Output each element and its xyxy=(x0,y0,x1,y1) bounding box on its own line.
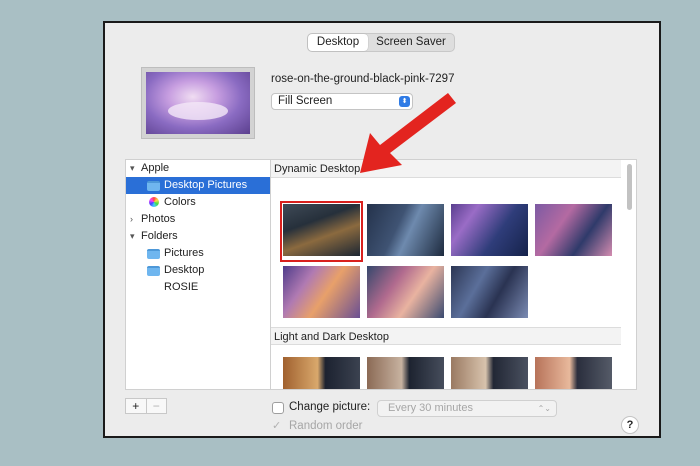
wallpaper-thumbnail[interactable] xyxy=(451,357,528,389)
sidebar-group-apple[interactable]: ▾ Apple xyxy=(126,160,270,177)
sidebar-group-label: Photos xyxy=(141,213,176,225)
sidebar-item-label: ROSIE xyxy=(164,281,199,293)
disclosure-open-icon[interactable]: ▾ xyxy=(130,228,135,245)
change-interval-value: Every 30 minutes xyxy=(388,402,473,414)
sidebar-item-label: Pictures xyxy=(164,247,204,259)
tab-control: Desktop Screen Saver xyxy=(307,33,455,52)
tab-screen-saver[interactable]: Screen Saver xyxy=(368,34,454,51)
wallpaper-thumbnail[interactable] xyxy=(283,266,360,318)
desktop-preferences-window: Desktop Screen Saver rose-on-the-ground-… xyxy=(103,21,661,438)
remove-folder-button[interactable]: − xyxy=(145,399,167,413)
sidebar-group-label: Apple xyxy=(141,162,170,174)
sidebar-item-colors[interactable]: Colors xyxy=(126,194,270,211)
source-sidebar: ▾ Apple Desktop Pictures Colors › Photos… xyxy=(125,159,271,390)
wallpaper-thumbnail[interactable] xyxy=(367,357,444,389)
sidebar-item-label: Desktop xyxy=(164,264,205,276)
help-button[interactable]: ? xyxy=(621,416,639,434)
random-order-label: Random order xyxy=(289,420,363,432)
disclosure-closed-icon[interactable]: › xyxy=(130,211,133,228)
sidebar-group-folders[interactable]: ▾ Folders xyxy=(126,228,270,245)
wallpaper-thumbnail[interactable] xyxy=(451,204,528,256)
chevron-up-down-icon: ⌃⌄ xyxy=(537,404,551,413)
wallpaper-preview xyxy=(141,67,255,139)
wallpaper-thumbnail[interactable] xyxy=(535,357,612,389)
tab-desktop[interactable]: Desktop xyxy=(308,34,368,51)
change-interval-select[interactable]: Every 30 minutes ⌃⌄ xyxy=(377,400,557,417)
folder-icon xyxy=(147,181,160,191)
change-picture-checkbox[interactable] xyxy=(272,402,284,414)
sidebar-item-label: Desktop Pictures xyxy=(164,179,248,191)
fill-mode-value: Fill Screen xyxy=(278,95,333,107)
scrollbar-thumb[interactable] xyxy=(627,164,632,210)
sidebar-item-pictures[interactable]: Pictures xyxy=(126,245,270,262)
wallpaper-grid: Dynamic Desktop Light and Dark Desktop xyxy=(271,159,637,390)
color-wheel-icon xyxy=(149,197,159,207)
wallpaper-thumbnail[interactable] xyxy=(451,266,528,318)
sidebar-item-label: Colors xyxy=(164,196,196,208)
wallpaper-thumbnail[interactable] xyxy=(367,266,444,318)
section-header-light-dark: Light and Dark Desktop xyxy=(271,327,621,345)
add-folder-button[interactable]: + xyxy=(126,399,146,413)
selected-wallpaper-highlight xyxy=(280,201,363,262)
sidebar-item-desktop[interactable]: Desktop xyxy=(126,262,270,279)
wallpaper-thumbnail[interactable] xyxy=(283,357,360,389)
red-arrow-annotation xyxy=(360,93,456,173)
change-picture-label: Change picture: xyxy=(289,401,371,413)
sidebar-group-label: Folders xyxy=(141,230,178,242)
disclosure-open-icon[interactable]: ▾ xyxy=(130,160,135,177)
sidebar-item-rosie[interactable]: ROSIE xyxy=(126,279,270,296)
folder-icon xyxy=(147,249,160,259)
random-order-checkbox[interactable]: ✓ xyxy=(272,419,281,432)
sidebar-group-photos[interactable]: › Photos xyxy=(126,211,270,228)
wallpaper-thumbnail[interactable] xyxy=(535,204,612,256)
folder-icon xyxy=(147,266,160,276)
add-remove-control: + − xyxy=(125,398,167,414)
wallpaper-thumbnail[interactable] xyxy=(367,204,444,256)
wallpaper-preview-image xyxy=(146,72,250,134)
image-name: rose-on-the-ground-black-pink-7297 xyxy=(271,73,455,85)
sidebar-item-desktop-pictures[interactable]: Desktop Pictures xyxy=(126,177,270,194)
